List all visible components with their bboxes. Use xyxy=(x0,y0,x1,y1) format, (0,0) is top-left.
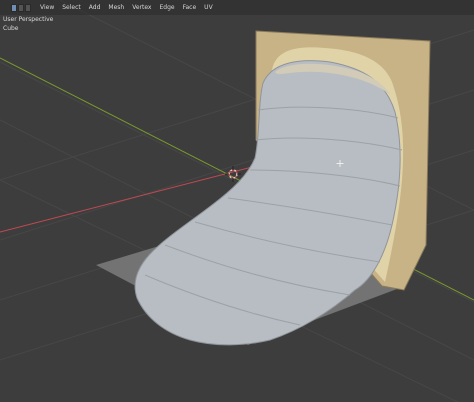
menu-uv[interactable]: UV xyxy=(200,4,217,11)
viewport-header: View Select Add Mesh Vertex Edge Face UV xyxy=(0,0,474,15)
menu-view[interactable]: View xyxy=(36,4,58,11)
3d-viewport[interactable]: View Select Add Mesh Vertex Edge Face UV… xyxy=(0,0,474,402)
menu-add[interactable]: Add xyxy=(85,4,105,11)
edge-select-icon[interactable] xyxy=(18,3,24,12)
viewport-info: User Perspective Cube xyxy=(3,15,53,33)
vertex-select-icon[interactable] xyxy=(11,3,17,12)
menu-vertex[interactable]: Vertex xyxy=(128,4,155,11)
view-label: User Perspective xyxy=(3,16,54,23)
menu-edge[interactable]: Edge xyxy=(155,4,178,11)
menu-select[interactable]: Select xyxy=(58,4,85,11)
face-select-icon[interactable] xyxy=(25,3,31,12)
menu-mesh[interactable]: Mesh xyxy=(104,4,128,11)
select-mode-icons xyxy=(11,3,32,12)
scene-canvas[interactable] xyxy=(0,0,474,402)
menu-face[interactable]: Face xyxy=(179,4,201,11)
object-name-label: Cube xyxy=(3,25,19,32)
